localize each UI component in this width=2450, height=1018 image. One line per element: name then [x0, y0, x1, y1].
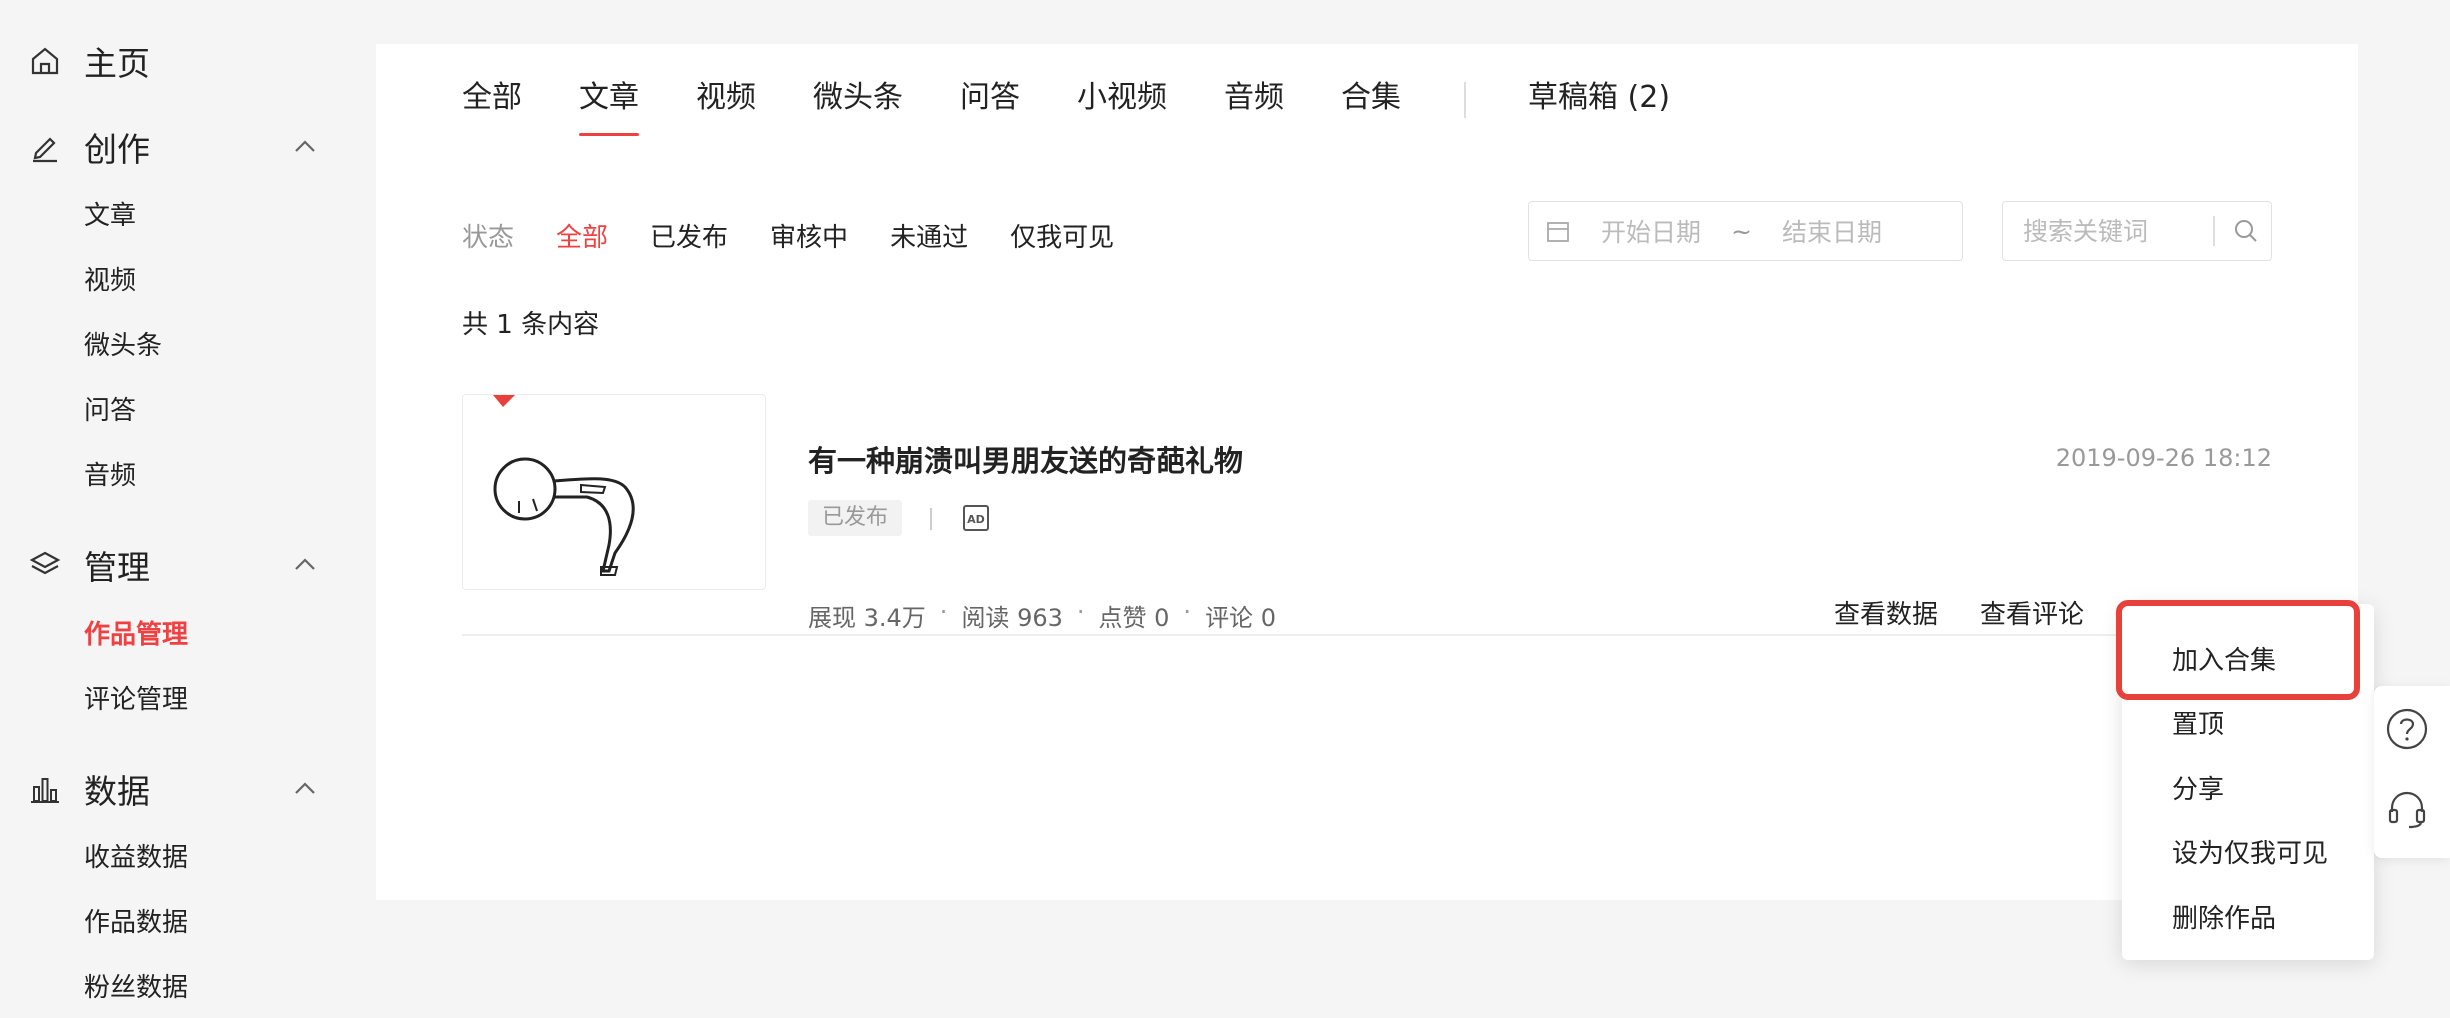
bar-chart-icon	[28, 772, 62, 806]
tab-article[interactable]: 文章	[579, 78, 639, 154]
calendar-icon	[1547, 222, 1569, 242]
sidebar-item-comments[interactable]: 评论管理	[84, 680, 188, 720]
nav-create[interactable]: 创作	[28, 122, 318, 172]
chevron-up-icon[interactable]	[292, 134, 318, 160]
stat-comments: 评论 0	[1205, 604, 1276, 632]
menu-item-private[interactable]: 设为仅我可见	[2172, 833, 2328, 870]
tab-qa[interactable]: 问答	[960, 78, 1020, 154]
highlight-box	[2116, 600, 2360, 700]
sidebar: 主页 创作 文章 视频 微头条 问答 音频 管理 作品管理 评论管理 数据 收益…	[0, 0, 360, 1018]
filter-private[interactable]: 仅我可见	[1010, 217, 1114, 254]
filter-published[interactable]: 已发布	[650, 217, 728, 254]
filter-label: 状态	[462, 222, 515, 253]
stat-likes: 点赞 0	[1098, 604, 1170, 632]
status-badge: 已发布	[808, 500, 903, 536]
sidebar-item-fans[interactable]: 粉丝数据	[84, 968, 188, 1008]
nav-manage[interactable]: 管理	[28, 540, 318, 590]
stat-dot: ·	[1076, 598, 1085, 626]
floating-help-panel	[2374, 686, 2450, 858]
tab-divider	[1464, 82, 1466, 118]
article-thumbnail[interactable]	[462, 394, 766, 590]
stat-reads: 阅读 963	[961, 604, 1063, 632]
svg-text:AD: AD	[967, 513, 985, 526]
menu-item-share[interactable]: 分享	[2172, 769, 2224, 806]
nav-data[interactable]: 数据	[28, 764, 318, 814]
nav-home[interactable]: 主页	[28, 36, 318, 86]
sidebar-item-works[interactable]: 作品管理	[84, 615, 188, 655]
tab-micro[interactable]: 微头条	[813, 78, 903, 154]
meta-divider	[930, 508, 932, 530]
tab-drafts[interactable]: 草稿箱 (2)	[1528, 78, 1670, 154]
content-card: 全部 文章 视频 微头条 问答 小视频 音频 合集 草稿箱 (2) 状态 全部 …	[376, 44, 2358, 900]
view-data-button[interactable]: 查看数据	[1834, 594, 1938, 631]
customer-service-icon[interactable]	[2384, 786, 2430, 832]
nav-create-label: 创作	[84, 130, 150, 169]
stat-impressions: 展现 3.4万	[808, 604, 926, 632]
tab-video[interactable]: 视频	[696, 78, 756, 154]
nav-home-label: 主页	[84, 44, 150, 83]
chevron-up-icon[interactable]	[292, 776, 318, 802]
content-count: 共 1 条内容	[462, 310, 600, 340]
sidebar-item-audio[interactable]: 音频	[84, 456, 136, 496]
search-box	[2002, 201, 2272, 261]
thumbnail-drawing	[493, 395, 635, 576]
help-icon[interactable]	[2384, 706, 2430, 752]
content-tabs: 全部 文章 视频 微头条 问答 小视频 音频 合集 草稿箱 (2)	[462, 78, 1727, 154]
tab-collection[interactable]: 合集	[1341, 78, 1401, 154]
nav-manage-label: 管理	[84, 548, 150, 587]
article-stats: 展现 3.4万 · 阅读 963 · 点赞 0 · 评论 0	[808, 598, 1276, 633]
chevron-up-icon[interactable]	[292, 552, 318, 578]
sidebar-item-video[interactable]: 视频	[84, 261, 136, 301]
nav-data-label: 数据	[84, 772, 150, 811]
date-range-picker[interactable]: 开始日期 ~ 结束日期	[1528, 201, 1963, 261]
ad-icon: AD	[963, 505, 989, 531]
sidebar-item-works-data[interactable]: 作品数据	[84, 903, 188, 943]
status-filter: 状态 全部 已发布 审核中 未通过 仅我可见	[462, 210, 1156, 260]
stat-dot: ·	[939, 598, 948, 626]
search-icon[interactable]	[2233, 218, 2259, 244]
publish-date: 2019-09-26 18:12	[2055, 444, 2272, 472]
list-item: 有一种崩溃叫男朋友送的奇葩礼物 2019-09-26 18:12 已发布 AD …	[462, 394, 2272, 636]
filter-all[interactable]: 全部	[556, 217, 608, 254]
edit-icon	[28, 130, 62, 164]
view-comments-button[interactable]: 查看评论	[1980, 594, 2084, 631]
filter-rejected[interactable]: 未通过	[890, 217, 968, 254]
end-date-input[interactable]: 结束日期	[1782, 213, 1882, 249]
sidebar-item-micro[interactable]: 微头条	[84, 326, 162, 366]
date-separator: ~	[1731, 216, 1752, 246]
search-divider	[2213, 216, 2215, 246]
start-date-input[interactable]: 开始日期	[1601, 213, 1701, 249]
sidebar-item-revenue[interactable]: 收益数据	[84, 838, 188, 878]
article-title[interactable]: 有一种崩溃叫男朋友送的奇葩礼物	[808, 438, 1243, 480]
home-icon	[28, 44, 62, 78]
search-input[interactable]	[2023, 216, 2213, 246]
sidebar-item-article[interactable]: 文章	[84, 196, 136, 236]
sidebar-item-qa[interactable]: 问答	[84, 391, 136, 431]
stat-dot: ·	[1183, 598, 1192, 626]
layers-icon	[28, 548, 62, 582]
filter-reviewing[interactable]: 审核中	[770, 217, 848, 254]
tab-audio[interactable]: 音频	[1224, 78, 1284, 154]
tab-all[interactable]: 全部	[462, 78, 522, 154]
tab-short-video[interactable]: 小视频	[1077, 78, 1167, 154]
menu-item-delete[interactable]: 删除作品	[2172, 898, 2276, 935]
menu-item-pin[interactable]: 置顶	[2172, 704, 2224, 741]
